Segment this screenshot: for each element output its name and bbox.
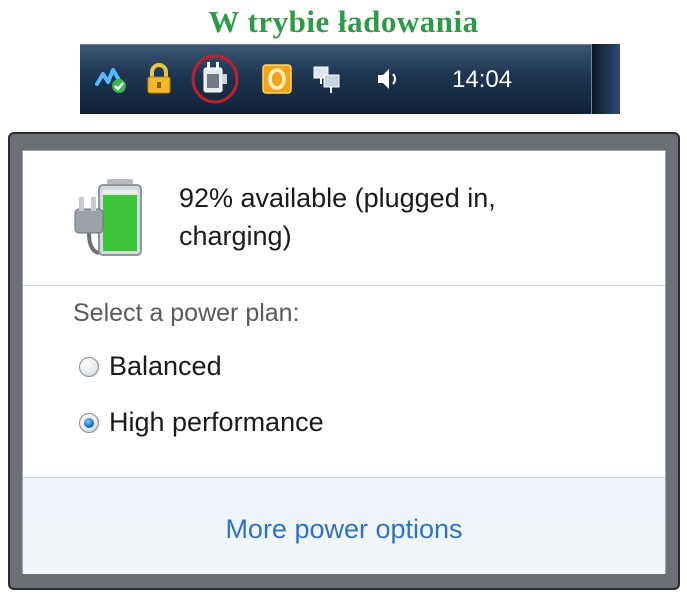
battery-meter-panel: 92% available (plugged in, charging) Sel… [22, 150, 666, 574]
popup-footer: More power options [23, 477, 665, 574]
outlook-icon[interactable] [260, 62, 294, 96]
network-activity-icon[interactable] [94, 62, 128, 96]
network-icon[interactable] [310, 62, 344, 96]
show-desktop-button[interactable] [591, 44, 620, 114]
radio-button[interactable] [79, 413, 99, 433]
battery-meter-popup: 92% available (plugged in, charging) Sel… [8, 132, 680, 590]
lock-icon[interactable] [142, 62, 176, 96]
battery-level-fill [103, 194, 137, 251]
caption-title: W trybie ładowania [208, 4, 479, 39]
battery-charging-icon [73, 175, 155, 259]
speaker-icon[interactable] [370, 62, 404, 96]
battery-status: 92% available (plugged in, charging) [23, 151, 665, 283]
power-plug-icon[interactable] [190, 54, 240, 104]
power-plan-heading: Select a power plan: [73, 299, 300, 327]
battery-status-text: 92% available (plugged in, charging) [179, 183, 496, 251]
divider [23, 285, 665, 286]
radio-button[interactable] [79, 357, 99, 377]
more-power-options-link[interactable]: More power options [23, 514, 665, 545]
power-plan-label: Balanced [109, 351, 222, 381]
taskbar-notification-area: 14:04 [80, 44, 620, 114]
clock[interactable]: 14:04 [452, 66, 512, 94]
power-plan-label: High performance [109, 407, 324, 437]
